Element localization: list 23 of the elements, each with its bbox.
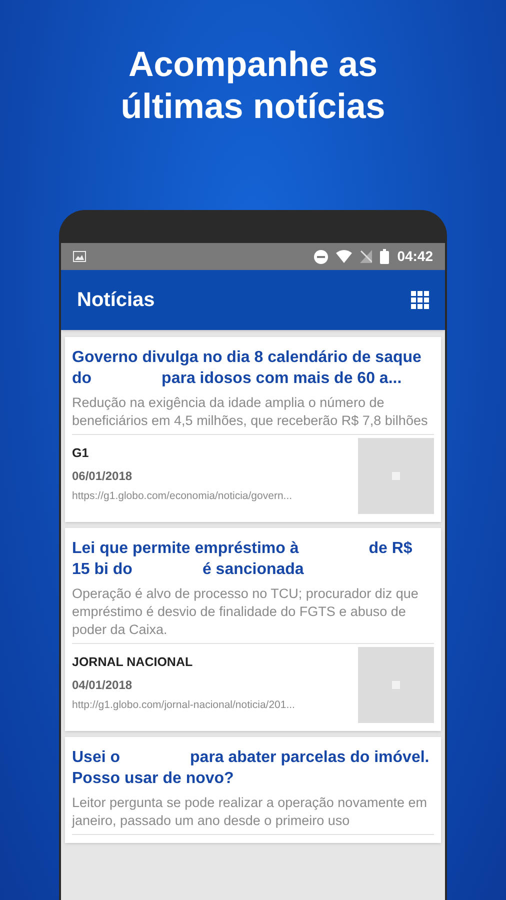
article-card[interactable] xyxy=(65,337,441,522)
headline: Acompanhe as últimas notícias xyxy=(120,44,386,128)
article-url[interactable]: https://g1.globo.com/economia/noticia/govern... xyxy=(72,488,350,504)
article-summary: Leitor pergunta se pode realizar a operação novamente em janeiro, passado um ano desde o primeiro uso xyxy=(72,794,434,835)
no-signal-icon xyxy=(360,250,372,263)
grid-icon[interactable] xyxy=(411,291,429,309)
article-summary: Redução na exigência da idade amplia o número de beneficiários em 4,5 milhões, que receberão R$ 7,8 bilhões xyxy=(72,394,434,435)
article-title[interactable]: Lei que permite empréstimo à de R$ 15 bi do é sancionada xyxy=(72,538,434,580)
do-not-disturb-icon xyxy=(314,250,328,264)
battery-icon xyxy=(380,249,390,264)
article-summary: Operação é alvo de processo no TCU; procurador diz que empréstimo é desvio de finalidade do FGTS e abuso de poder da Caixa. xyxy=(72,585,434,644)
article-card[interactable] xyxy=(65,528,441,731)
app-title: Notícias xyxy=(77,288,156,313)
article-date: 04/01/2018 xyxy=(72,676,134,694)
article-url[interactable]: http://g1.globo.com/jornal-nacional/noticia/201... xyxy=(72,698,350,714)
article-title[interactable]: Usei o para abater parcelas do imóvel. Posso usar de novo? xyxy=(72,747,434,789)
article-card[interactable]: Usei o para abater parcelas do imóvel. Posso usar de novo? Leitor pergunta se pode realizar a operação novamente em janeiro, passado um ano desde o primeiro uso xyxy=(65,737,441,843)
article-title[interactable]: Governo divulga no dia 8 calendário de saque do para idosos com mais de 60 a... xyxy=(72,347,434,389)
article-date: 06/01/2018 xyxy=(72,468,134,485)
clock: 04:42 xyxy=(397,247,433,266)
source-name: G1 xyxy=(72,445,90,462)
wifi-icon xyxy=(336,250,352,263)
source-name: JORNAL NACIONAL xyxy=(72,654,194,671)
